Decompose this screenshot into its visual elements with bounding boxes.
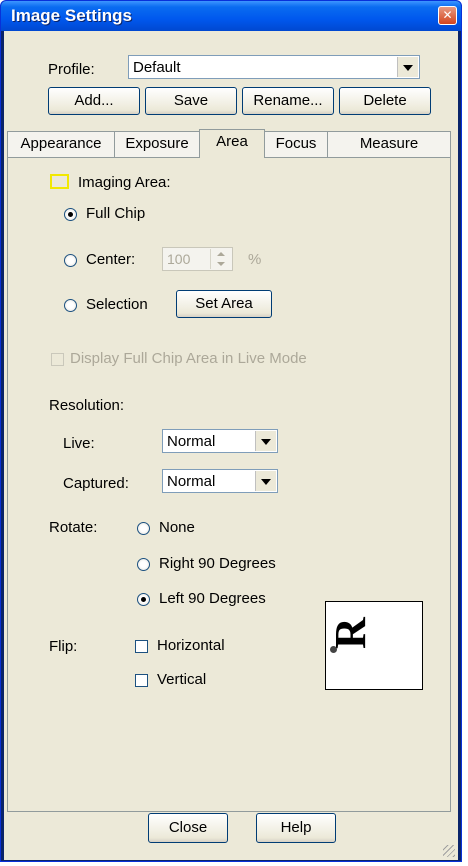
display-full-chip-checkbox[interactable] bbox=[51, 353, 64, 366]
dialog-client-area: Profile: Default Add... Save Rename... D… bbox=[4, 31, 458, 860]
resolution-label: Resolution: bbox=[49, 397, 125, 414]
captured-resolution-label: Captured: bbox=[63, 475, 129, 492]
preview-letter-r: R bbox=[326, 617, 375, 649]
profile-label: Profile: bbox=[48, 61, 95, 78]
preview-origin-dot bbox=[330, 646, 337, 653]
tab-appearance[interactable]: Appearance bbox=[7, 131, 115, 157]
tab-exposure[interactable]: Exposure bbox=[114, 131, 200, 157]
display-full-chip-label: Display Full Chip Area in Live Mode bbox=[70, 350, 307, 367]
center-label[interactable]: Center: bbox=[86, 251, 135, 268]
selection-label[interactable]: Selection bbox=[86, 296, 148, 313]
imaging-area-color-swatch[interactable] bbox=[50, 174, 69, 189]
tab-area[interactable]: Area bbox=[199, 129, 265, 158]
chevron-down-icon[interactable] bbox=[255, 431, 276, 451]
set-area-button[interactable]: Set Area bbox=[176, 290, 272, 318]
profile-select-value: Default bbox=[133, 59, 181, 76]
tab-measure[interactable]: Measure bbox=[327, 131, 451, 157]
orientation-preview: R bbox=[325, 601, 423, 690]
profile-select[interactable]: Default bbox=[128, 55, 420, 79]
rotate-label: Rotate: bbox=[49, 519, 98, 536]
flip-horizontal-checkbox[interactable] bbox=[135, 640, 148, 653]
title-bar[interactable]: Image Settings ✕ bbox=[1, 1, 461, 31]
center-radio[interactable] bbox=[64, 254, 77, 267]
resize-grip-icon[interactable] bbox=[443, 845, 455, 857]
help-button[interactable]: Help bbox=[256, 813, 336, 843]
percent-unit-label: % bbox=[248, 251, 262, 268]
window-title: Image Settings bbox=[11, 6, 132, 25]
selection-radio[interactable] bbox=[64, 299, 77, 312]
chevron-down-icon[interactable] bbox=[397, 57, 418, 77]
captured-resolution-value: Normal bbox=[167, 473, 216, 490]
imaging-area-label: Imaging Area: bbox=[78, 174, 171, 191]
rotate-left-90-radio[interactable] bbox=[137, 593, 150, 606]
full-chip-label[interactable]: Full Chip bbox=[86, 205, 145, 222]
image-settings-window: Image Settings ✕ Profile: Default Add...… bbox=[0, 0, 462, 862]
tab-focus[interactable]: Focus bbox=[264, 131, 328, 157]
rotate-none-radio[interactable] bbox=[137, 522, 150, 535]
flip-horizontal-label[interactable]: Horizontal bbox=[157, 637, 225, 654]
live-resolution-select[interactable]: Normal bbox=[162, 429, 278, 453]
rotate-left-90-label[interactable]: Left 90 Degrees bbox=[159, 590, 266, 607]
rotate-right-90-label[interactable]: Right 90 Degrees bbox=[159, 555, 276, 572]
captured-resolution-select[interactable]: Normal bbox=[162, 469, 278, 493]
close-button[interactable]: Close bbox=[148, 813, 228, 843]
settings-tabs: Appearance Exposure Area Focus Measure bbox=[4, 129, 458, 158]
close-window-button[interactable]: ✕ bbox=[438, 6, 457, 25]
flip-label: Flip: bbox=[49, 638, 78, 655]
flip-vertical-checkbox[interactable] bbox=[135, 674, 148, 687]
delete-profile-button[interactable]: Delete bbox=[339, 87, 431, 115]
live-resolution-label: Live: bbox=[63, 435, 95, 452]
center-percent-value: 100 bbox=[167, 251, 191, 267]
rotate-none-label[interactable]: None bbox=[159, 519, 195, 536]
spinner-arrows-icon[interactable] bbox=[210, 249, 231, 269]
live-resolution-value: Normal bbox=[167, 433, 216, 450]
full-chip-radio[interactable] bbox=[64, 208, 77, 221]
save-profile-button[interactable]: Save bbox=[145, 87, 237, 115]
center-percent-stepper[interactable]: 100 bbox=[162, 247, 233, 271]
add-profile-button[interactable]: Add... bbox=[48, 87, 140, 115]
chevron-down-icon[interactable] bbox=[255, 471, 276, 491]
rotate-right-90-radio[interactable] bbox=[137, 558, 150, 571]
flip-vertical-label[interactable]: Vertical bbox=[157, 671, 206, 688]
rename-profile-button[interactable]: Rename... bbox=[242, 87, 334, 115]
